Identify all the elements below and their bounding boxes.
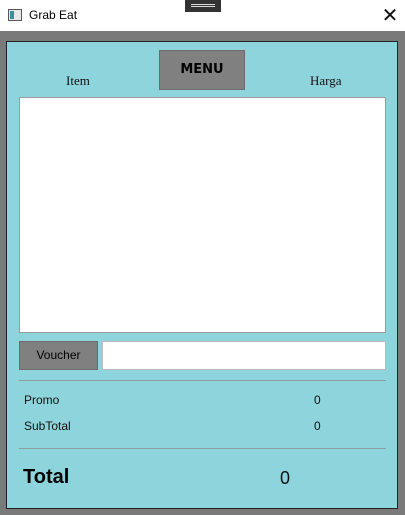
app-window-icon xyxy=(8,9,22,21)
promo-label: Promo xyxy=(24,393,60,407)
window-title: Grab Eat xyxy=(29,8,78,22)
harga-column-header: Harga xyxy=(310,73,342,88)
menu-button[interactable]: MENU xyxy=(159,50,245,90)
title-grip-handle[interactable] xyxy=(185,0,221,12)
subtotal-label: SubTotal xyxy=(24,419,71,433)
total-label: Total xyxy=(23,466,70,488)
voucher-button[interactable]: Voucher xyxy=(19,341,98,370)
order-items-list[interactable] xyxy=(19,97,386,333)
item-column-header: Item xyxy=(66,73,90,88)
window-frame: Item MENU Harga Voucher Promo 0 SubTotal… xyxy=(0,31,405,515)
subtotal-value: 0 xyxy=(314,419,321,433)
voucher-code-input[interactable] xyxy=(102,341,386,370)
order-panel: Item MENU Harga Voucher Promo 0 SubTotal… xyxy=(6,41,398,509)
title-bar: Grab Eat ✕ xyxy=(0,0,405,31)
summary-divider-top xyxy=(19,380,386,381)
promo-value: 0 xyxy=(314,393,321,407)
total-value: 0 xyxy=(280,468,291,488)
summary-divider-bottom xyxy=(19,448,386,449)
close-icon[interactable]: ✕ xyxy=(376,2,404,30)
